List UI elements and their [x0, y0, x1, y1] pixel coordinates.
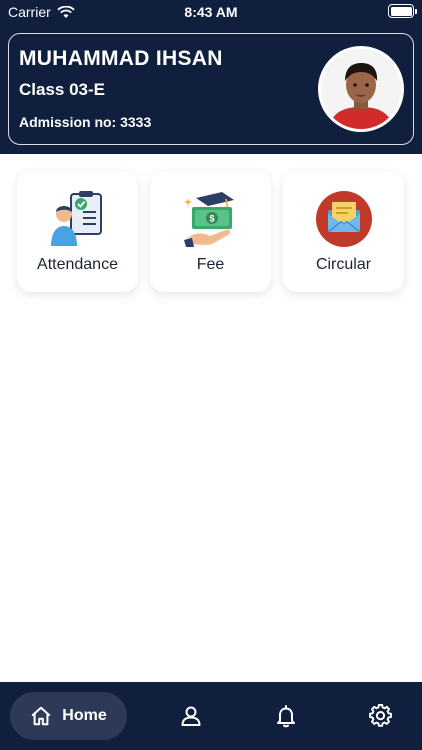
- fee-icon: $: [182, 190, 240, 248]
- dashboard-tiles: Attendance $ Fee Circular: [17, 171, 404, 292]
- attendance-tile[interactable]: Attendance: [17, 171, 138, 292]
- nav-home-label: Home: [62, 707, 107, 724]
- svg-text:$: $: [209, 214, 214, 224]
- fee-label: Fee: [196, 256, 225, 273]
- settings-gear-icon: [369, 704, 393, 728]
- student-profile-card[interactable]: MUHAMMAD IHSAN Class 03-E Admission no: …: [8, 33, 414, 145]
- status-bar: Carrier 8:43 AM: [0, 0, 422, 26]
- fee-tile[interactable]: $ Fee: [150, 171, 271, 292]
- circular-label: Circular: [315, 256, 372, 273]
- profile-icon: [179, 704, 203, 728]
- nav-settings-button[interactable]: [369, 704, 393, 728]
- student-name: MUHAMMAD IHSAN: [19, 47, 223, 70]
- circular-tile[interactable]: Circular: [283, 171, 404, 292]
- status-time: 8:43 AM: [184, 4, 238, 20]
- header: Carrier 8:43 AM MUHAMMAD IHSAN Class 03-…: [0, 0, 422, 154]
- nav-home-button[interactable]: Home: [10, 692, 127, 740]
- bottom-navigation: Home: [0, 682, 422, 750]
- notification-bell-icon: [274, 704, 298, 728]
- student-class: Class 03-E: [19, 80, 105, 99]
- home-icon: [30, 705, 52, 727]
- student-avatar[interactable]: [318, 46, 404, 132]
- battery-icon: [388, 4, 417, 18]
- circular-icon: [315, 190, 373, 248]
- admission-number: Admission no: 3333: [19, 114, 152, 130]
- nav-profile-button[interactable]: [179, 704, 203, 728]
- attendance-label: Attendance: [37, 256, 118, 273]
- attendance-icon: [49, 190, 107, 248]
- nav-notifications-button[interactable]: [274, 704, 298, 728]
